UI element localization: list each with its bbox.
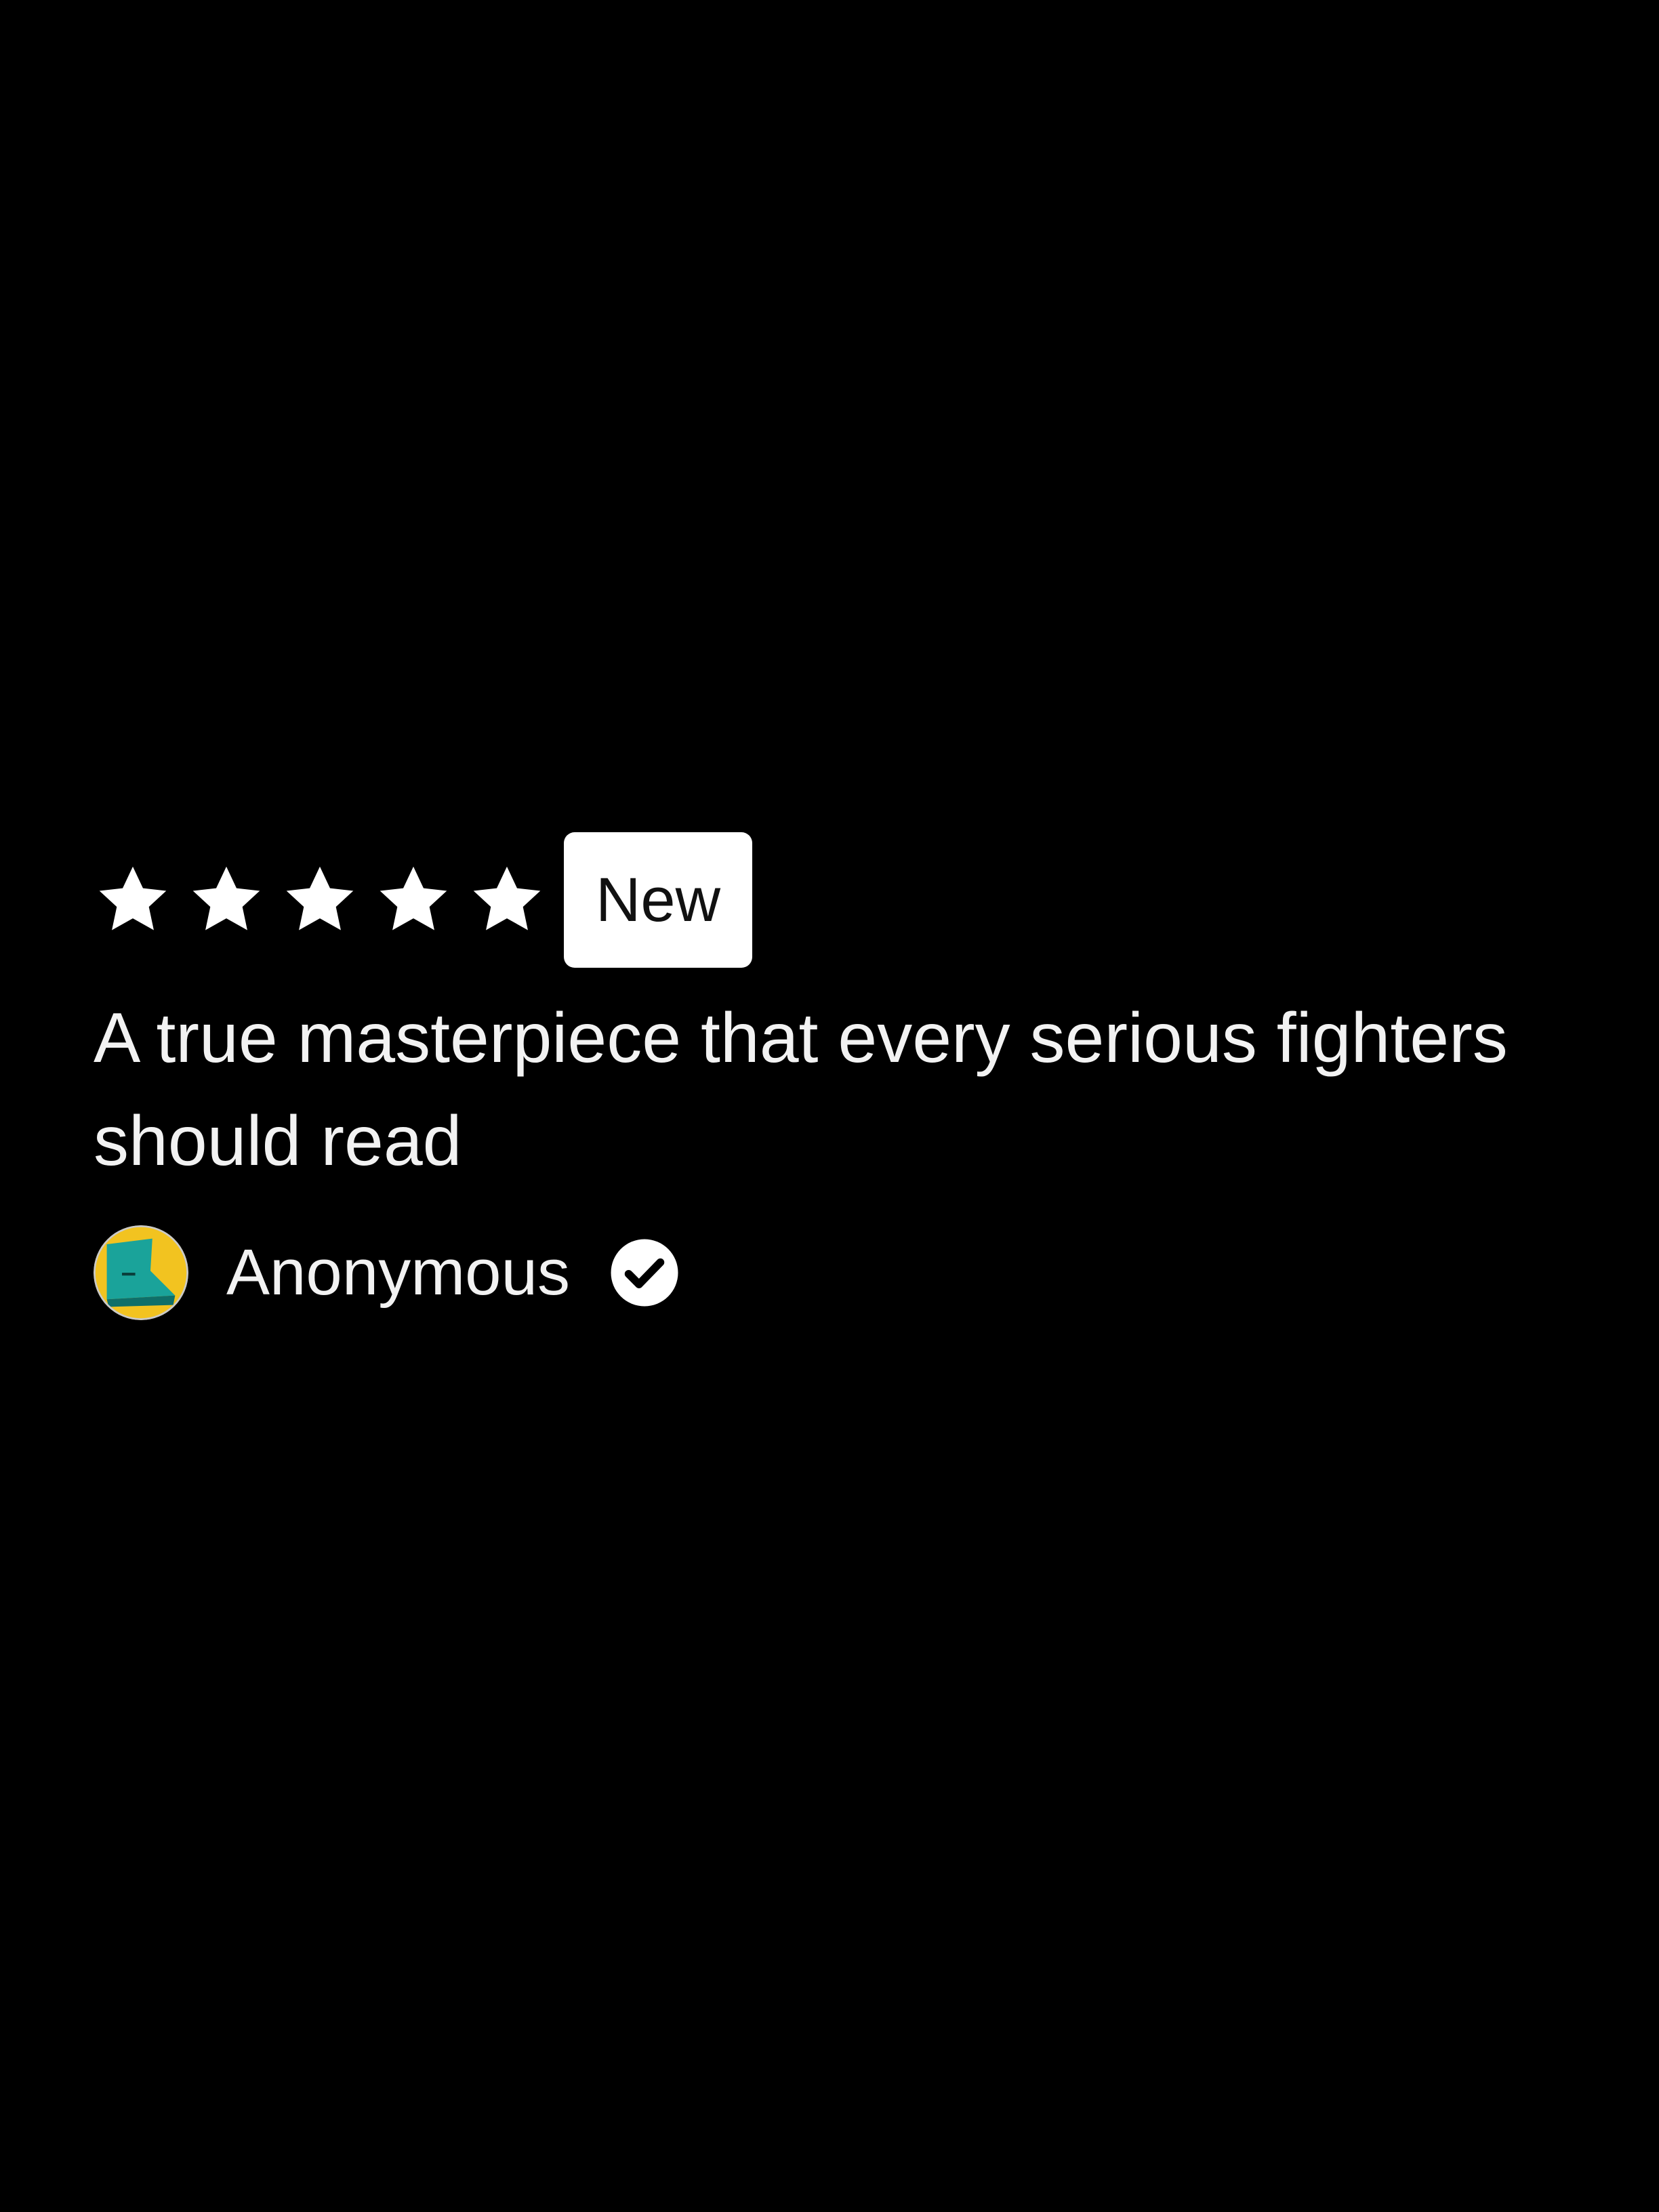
review-title: A true masterpiece that every serious fi… [94, 999, 1508, 1181]
star-icon [468, 861, 546, 939]
star-rating [94, 861, 546, 939]
author-name: Anonymous [226, 1236, 570, 1309]
rating-row: New [94, 832, 1571, 968]
review-card: New A true masterpiece that every seriou… [94, 832, 1571, 1320]
avatar-icon [94, 1225, 188, 1320]
check-circle-icon [608, 1236, 681, 1309]
new-badge: New [564, 832, 752, 968]
star-icon [374, 861, 453, 939]
star-icon [94, 861, 172, 939]
author-row: Anonymous [94, 1225, 1571, 1320]
star-icon [187, 861, 266, 939]
avatar[interactable] [94, 1225, 188, 1320]
star-icon [281, 861, 359, 939]
